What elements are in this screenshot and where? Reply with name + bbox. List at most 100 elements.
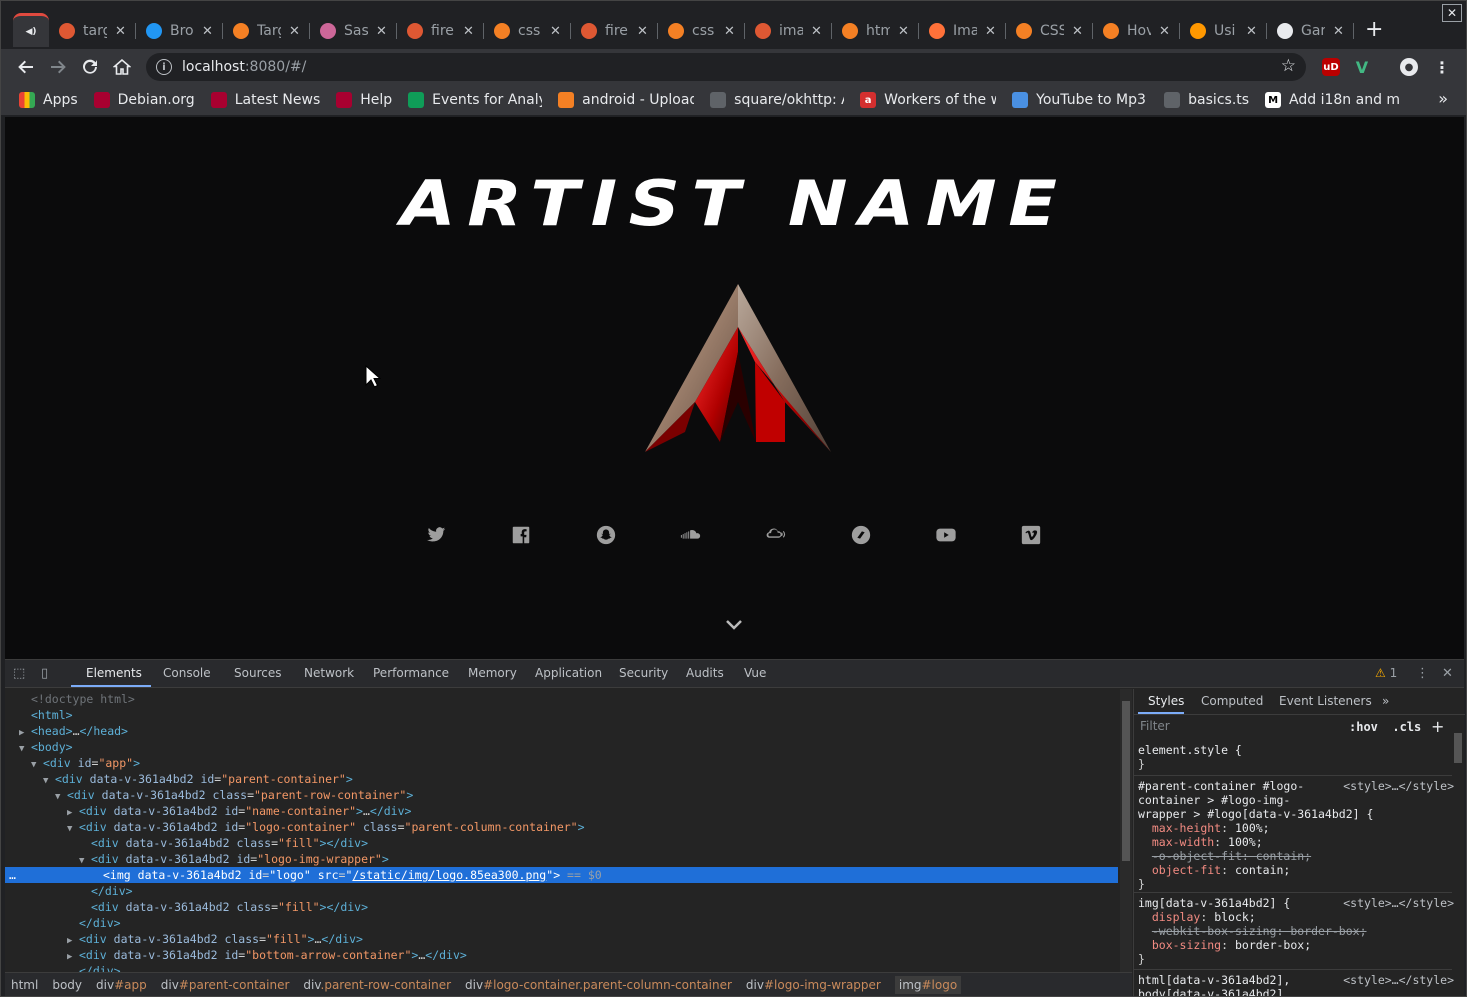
dom-node[interactable]: ▼ <div data-v-361a4bd2 id="logo-img-wrapp… [5,851,1118,867]
bookmark-0[interactable]: Apps [19,92,78,108]
bookmark-7[interactable]: a Workers of the wo [860,92,996,108]
close-icon[interactable]: ✕ [985,24,996,39]
rule-source-link[interactable]: <style>…</style> [1343,779,1454,793]
dom-node[interactable]: </div> [5,883,1118,899]
css-rule[interactable]: #parent-container #logo- container > #lo… [1138,779,1373,891]
youtube-icon[interactable] [933,522,959,548]
tab-6[interactable]: css ✕ [484,15,571,47]
devtools-menu-kebab-icon[interactable]: ⋮ [1416,666,1429,681]
devtools-tab-console[interactable]: Console [163,666,211,680]
scroll-down-chevron-icon[interactable] [725,619,743,631]
ublock-extension-icon[interactable]: uD [1322,58,1340,76]
dom-node[interactable]: ▶ <div data-v-361a4bd2 class="fill">…</di… [5,931,1118,947]
tab-9[interactable]: ima ✕ [745,15,832,47]
vue-devtools-extension-icon[interactable]: V [1353,58,1371,77]
dom-node[interactable]: ▼ <div data-v-361a4bd2 class="parent-row-… [5,787,1118,803]
menu-kebab-icon[interactable]: ⋮ [1433,58,1451,77]
tab-11[interactable]: Ima ✕ [919,15,1006,47]
tab-0[interactable]: ◀) [13,13,49,47]
window-close-button[interactable]: ✕ [1442,4,1462,22]
reload-button[interactable] [77,54,103,80]
tab-10[interactable]: htm ✕ [832,15,919,47]
tab-12[interactable]: CSS ✕ [1006,15,1093,47]
tab-4[interactable]: Sas ✕ [310,15,397,47]
devtools-tab-audits[interactable]: Audits [686,666,724,680]
bookmark-1[interactable]: Debian.org [93,92,195,108]
bookmark-8[interactable]: YouTube to Mp3 C [1012,92,1148,108]
rule-source-link[interactable]: <style>…</style> [1343,973,1454,987]
breadcrumb-5[interactable]: div#logo-container.parent-column-contain… [465,978,732,992]
css-rule[interactable]: html[data-v-361a4bd2], body[data-v-361a4… [1138,973,1290,996]
hov-toggle[interactable]: :hov .cls [1349,720,1421,734]
tab-13[interactable]: Hov ✕ [1093,15,1180,47]
close-icon[interactable]: ✕ [811,24,822,39]
close-icon[interactable]: ✕ [202,24,213,39]
home-button[interactable] [109,54,135,80]
selected-dom-node[interactable]: … <img data-v-361a4bd2 id="logo" src="/st… [5,867,1118,883]
tab-14[interactable]: Usi ✕ [1180,15,1267,47]
close-icon[interactable]: ✕ [1072,24,1083,39]
styles-tab-event-listeners[interactable]: Event Listeners [1279,694,1372,708]
bookmark-10[interactable]: M Add i18n and mai [1265,92,1399,108]
info-icon[interactable]: i [156,59,172,75]
close-icon[interactable]: ✕ [724,24,735,39]
styles-scrollbar[interactable] [1452,719,1464,996]
bookmark-2[interactable]: Latest News [210,92,320,108]
devtools-tab-vue[interactable]: Vue [744,666,766,680]
dom-node[interactable]: ▼ <body> [5,739,1118,755]
tab-5[interactable]: fire ✕ [397,15,484,47]
bookmark-star-icon[interactable]: ☆ [1281,56,1296,76]
mixcloud-icon[interactable] [763,522,789,548]
devtools-tab-performance[interactable]: Performance [373,666,449,680]
dom-node[interactable]: <html> [5,707,1118,723]
devtools-tab-memory[interactable]: Memory [468,666,517,680]
snapchat-icon[interactable] [593,522,619,548]
styles-tab-styles[interactable]: Styles [1148,694,1184,708]
dom-node[interactable]: <!doctype html> [5,691,1118,707]
close-icon[interactable]: ✕ [289,24,300,39]
breadcrumb-6[interactable]: div#logo-img-wrapper [746,978,881,992]
close-icon[interactable]: ✕ [1333,24,1344,39]
vimeo-icon[interactable] [1018,522,1044,548]
breadcrumb-4[interactable]: div.parent-row-container [303,978,451,992]
dom-node[interactable]: ▼ <div data-v-361a4bd2 id="parent-contain… [5,771,1118,787]
tab-8[interactable]: css ✕ [658,15,745,47]
breadcrumb-1[interactable]: body [52,978,82,992]
dom-node[interactable]: ▶ <head>…</head> [5,723,1118,739]
warnings-badge[interactable]: ⚠ 1 [1375,666,1397,680]
devtools-tab-network[interactable]: Network [304,666,354,680]
devtools-tab-elements[interactable]: Elements [86,666,142,680]
dom-node[interactable]: </div> [5,915,1118,931]
bookmark-4[interactable]: Events for Analyti [408,92,542,108]
dom-node[interactable]: ▼ <div data-v-361a4bd2 id="logo-container… [5,819,1118,835]
dom-node[interactable]: ▶ <div data-v-361a4bd2 id="bottom-arrow-c… [5,947,1118,963]
elements-scrollbar[interactable] [1120,689,1132,972]
devtools-tab-security[interactable]: Security [619,666,668,680]
new-tab-button[interactable]: + [1365,17,1383,43]
bandsintown-icon[interactable] [848,522,874,548]
twitter-icon[interactable] [423,522,449,548]
close-icon[interactable]: ✕ [463,24,474,39]
address-bar[interactable]: i localhost:8080/#/ ☆ [146,53,1306,81]
styles-filter-input[interactable]: Filter [1138,719,1338,737]
profile-avatar-icon[interactable]: ● [1400,58,1418,76]
back-button[interactable] [13,54,39,80]
dom-node[interactable]: <div data-v-361a4bd2 class="fill"></div> [5,899,1118,915]
bookmark-5[interactable]: android - Uploadi [558,92,694,108]
breadcrumb-7[interactable]: img#logo [894,975,962,994]
forward-button[interactable] [45,54,71,80]
dom-node[interactable]: ▼ <div id="app"> [5,755,1118,771]
bookmark-9[interactable]: basics.ts [1164,92,1249,108]
soundcloud-icon[interactable] [678,522,704,548]
device-toolbar-icon[interactable]: ▯ [41,666,48,681]
dom-node[interactable]: </div> [5,963,1118,972]
rule-source-link[interactable]: <style>…</style> [1343,896,1454,910]
bookmark-6[interactable]: square/okhttp: Ar [710,92,844,108]
close-icon[interactable]: ✕ [115,24,126,39]
tab-7[interactable]: fire ✕ [571,15,658,47]
tab-2[interactable]: Bro ✕ [136,15,223,47]
close-icon[interactable]: ✕ [376,24,387,39]
css-rule[interactable]: element.style { } [1138,743,1242,771]
bookmark-3[interactable]: Help [336,92,392,108]
breadcrumb-3[interactable]: div#parent-container [161,978,290,992]
